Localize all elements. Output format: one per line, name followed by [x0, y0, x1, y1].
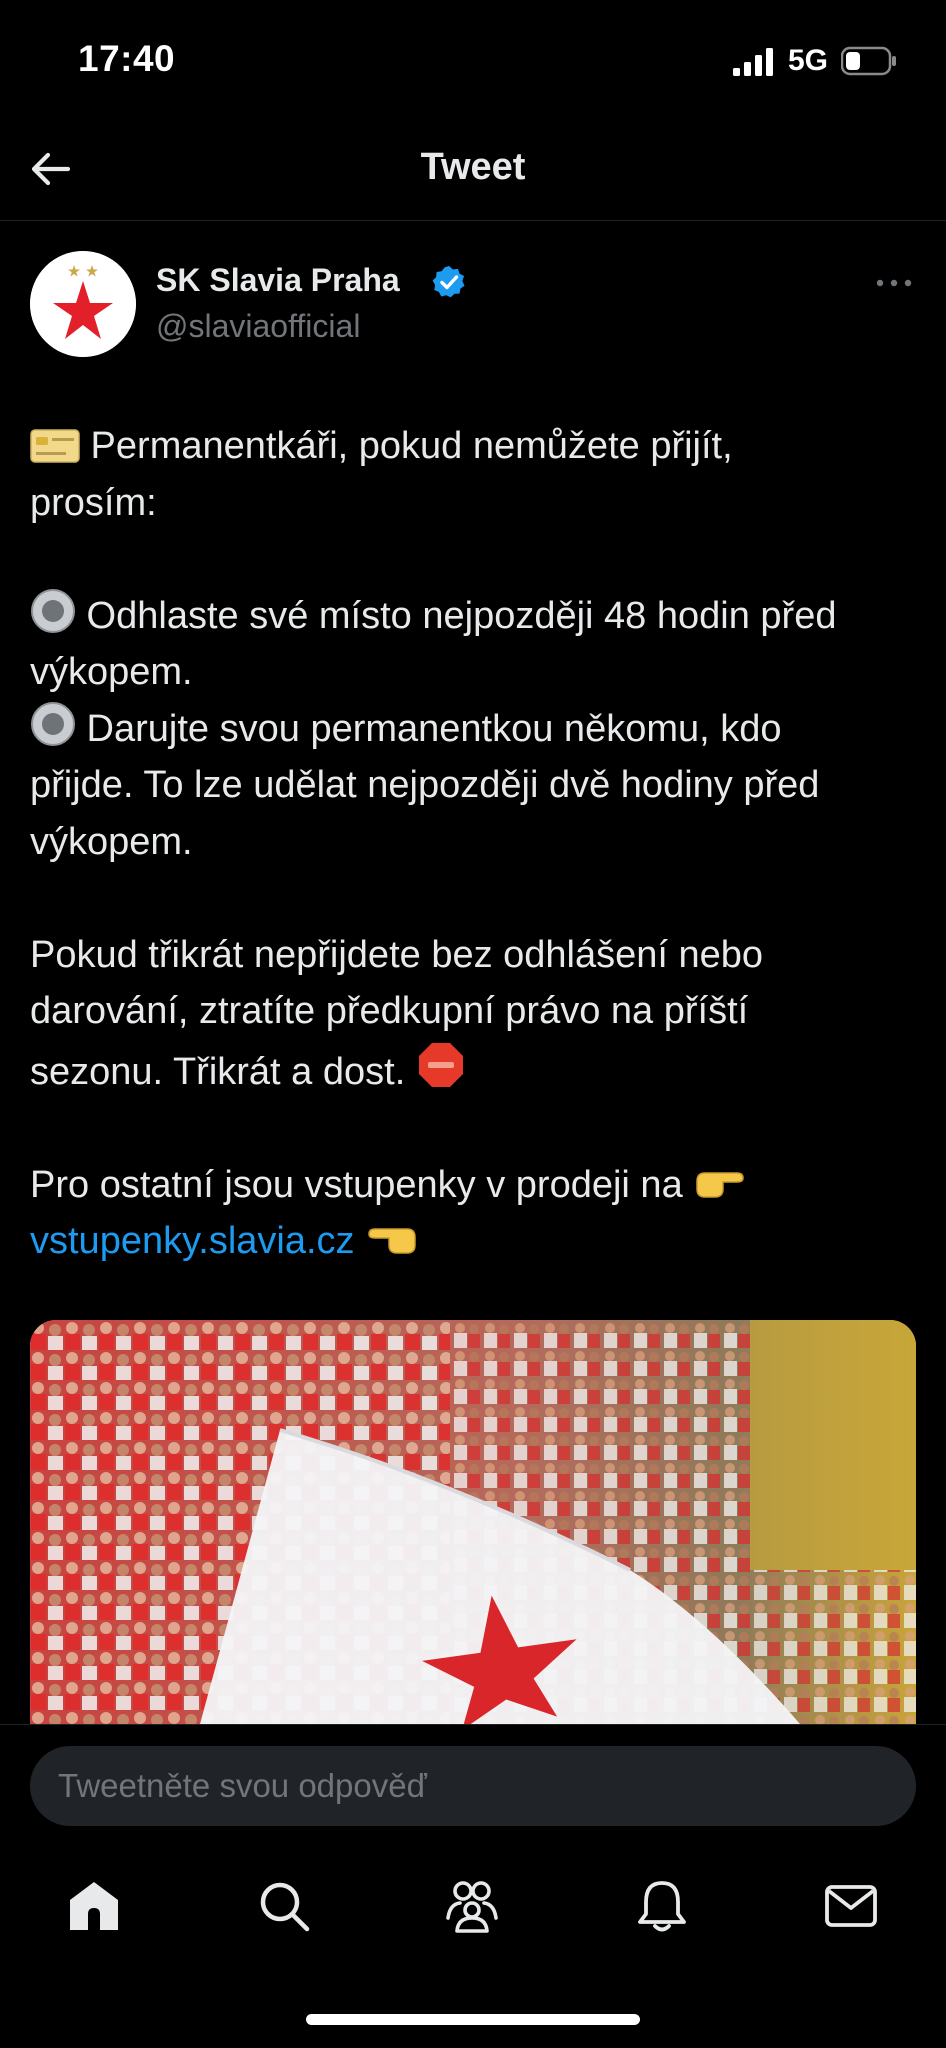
tweet-line: vstupenky.slavia.cz: [30, 1213, 930, 1270]
status-time: 17:40: [78, 38, 176, 79]
messages-icon[interactable]: [823, 1878, 879, 1934]
more-options-icon[interactable]: [874, 268, 914, 298]
radio-button-icon: [31, 588, 75, 633]
tweet-line: výkopem.: [30, 820, 193, 863]
signal-icon: [733, 48, 773, 76]
network-label: 5G: [788, 44, 829, 77]
tweet-line: Pokud třikrát nepřijdete bez odhlášení n…: [30, 933, 764, 976]
stadium-crowd-flag-photo: [30, 1320, 916, 1724]
tweet-text: Permanentkáři, pokud nemůžete přijít, pr…: [30, 418, 930, 1270]
slavia-star-logo: [30, 251, 136, 357]
radio-button-icon: [31, 701, 75, 746]
tweet-line: Pro ostatní jsou vstupenky v prodeji na: [30, 1157, 930, 1214]
reply-input[interactable]: [30, 1746, 916, 1826]
tweet-line: Odhlaste své místo nejpozději 48 hodin p…: [30, 588, 930, 645]
verified-badge-icon: [432, 266, 465, 298]
tweet-line: sezonu. Třikrát a dost.: [30, 1040, 930, 1101]
tweet-line: přijde. To lze udělat nejpozději dvě hod…: [30, 764, 820, 806]
author-name[interactable]: SK Slavia Praha: [156, 262, 400, 299]
credit-card-icon: [30, 429, 80, 463]
avatar[interactable]: [30, 251, 136, 357]
notifications-icon[interactable]: [634, 1878, 690, 1934]
communities-icon[interactable]: [444, 1878, 500, 1934]
tweet-line: výkopem.: [30, 651, 193, 693]
tweet-line: darování, ztratíte předkupní právo na př…: [30, 990, 749, 1032]
search-icon[interactable]: [256, 1878, 312, 1934]
tweet-line: prosím:: [30, 481, 157, 524]
pointing-left-hand-icon: [368, 1228, 416, 1254]
page-title: Tweet: [420, 146, 526, 188]
tweet-line: Permanentkáři, pokud nemůžete přijít,: [30, 418, 930, 475]
header-divider: [0, 220, 946, 221]
home-indicator[interactable]: [306, 2014, 640, 2025]
tweet-media-image[interactable]: [30, 1320, 916, 1724]
author-handle[interactable]: @slaviaofficial: [156, 308, 360, 345]
stop-sign-icon: [418, 1042, 463, 1087]
home-icon[interactable]: [66, 1878, 122, 1934]
tweet-line: Darujte svou permanentkou někomu, kdo: [30, 701, 930, 758]
tweet-link[interactable]: vstupenky.slavia.cz: [30, 1220, 355, 1262]
battery-icon: [841, 46, 896, 76]
pointing-right-hand-icon: [696, 1171, 745, 1198]
